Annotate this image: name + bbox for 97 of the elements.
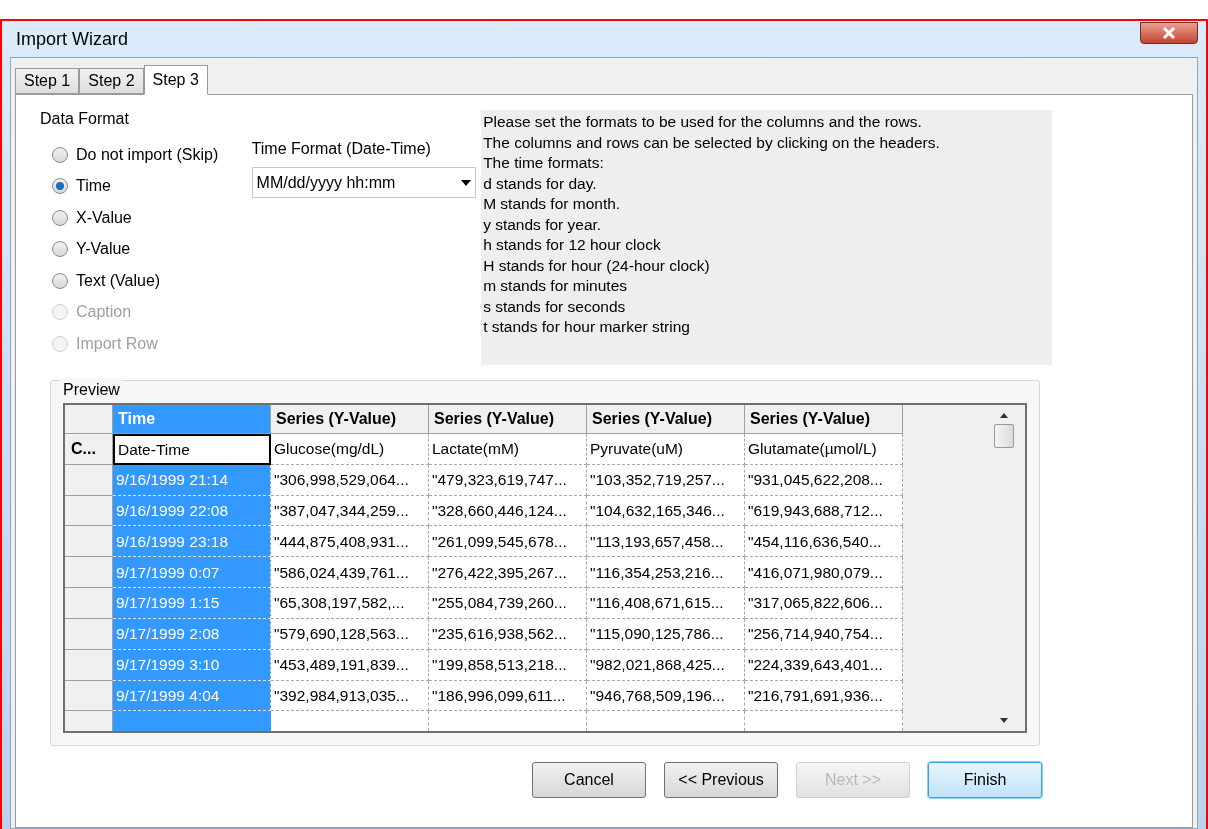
table-cell: "586,024,439,761... <box>271 557 429 589</box>
radio-label: Time <box>76 176 111 197</box>
table-cell: "392,984,913,035... <box>271 680 429 712</box>
table-cell: Glucose(mg/dL) <box>271 434 429 465</box>
column-header[interactable]: Series (Y-Value) <box>745 405 903 435</box>
row-header[interactable] <box>65 618 113 650</box>
table-cell: "256,714,940,754... <box>745 618 903 650</box>
help-text: d stands for day. <box>483 173 598 194</box>
row-header[interactable] <box>65 649 113 681</box>
table-cell: 9/17/1999 0:07 <box>113 557 271 589</box>
tab[interactable]: Step 3 <box>143 65 208 95</box>
radio-label: Import Row <box>76 333 158 354</box>
window-title: Import Wizard <box>15 27 129 51</box>
table-cell: Pyruvate(uM) <box>587 434 745 465</box>
help-text: Please set the formats to be used for the columns and the rows. <box>483 112 923 132</box>
table-cell: "104,632,165,346... <box>587 495 745 527</box>
table-cell: 9/16/1999 21:14 <box>113 464 271 496</box>
scroll-thumb[interactable] <box>994 424 1014 448</box>
table-cell: "579,690,128,563... <box>271 618 429 650</box>
column-header[interactable]: Series (Y-Value) <box>429 405 587 435</box>
table-cell: "276,422,395,267... <box>429 557 587 589</box>
table-cell: "224,339,643,401... <box>745 649 903 681</box>
table-cell: "261,099,545,678... <box>429 526 587 558</box>
radio-label: Caption <box>76 302 132 323</box>
column-header[interactable]: Series (Y-Value) <box>271 405 429 435</box>
table-cell: "113,193,657,458... <box>587 526 745 558</box>
table-cell: Lactate(mM) <box>429 434 587 465</box>
scroll-down-icon <box>1000 718 1008 723</box>
table-cell: "306,998,529,064... <box>271 464 429 496</box>
table-cell: "216,791,691,936... <box>745 680 903 712</box>
table-cell: "103,352,719,257... <box>587 464 745 496</box>
radio-button[interactable] <box>52 241 68 258</box>
table-cell: "454,116,636,540... <box>745 526 903 558</box>
table-cell: "115,090,125,786... <box>587 618 745 650</box>
row-header[interactable]: C... <box>65 434 113 465</box>
table-cell: "186,996,099,611... <box>429 680 587 712</box>
table-cell: Glutamate(µmol/L) <box>745 434 903 465</box>
help-text: H stands for hour (24-hour clock) <box>483 255 711 276</box>
field-label: Time Format (Date-Time) <box>251 139 432 159</box>
table-cell: 9/17/1999 2:08 <box>113 618 271 650</box>
table-cell: 9/16/1999 23:18 <box>113 526 271 558</box>
tab[interactable]: Step 1 <box>15 68 80 94</box>
table-cell: "317,065,822,606... <box>745 588 903 619</box>
table-cell: 9/17/1999 1:15 <box>113 588 271 619</box>
table-cell: Date-Time <box>113 434 271 465</box>
help-text: y stands for year. <box>483 214 603 235</box>
help-text: h stands for 12 hour clock <box>483 235 662 255</box>
table-cell: "116,408,671,615... <box>587 588 745 619</box>
radio-button[interactable] <box>52 178 68 195</box>
caret-icon <box>460 179 471 186</box>
table-cell: "116,354,253,216... <box>587 557 745 589</box>
table-cell: "453,489,191,839... <box>271 649 429 681</box>
row-header[interactable] <box>65 526 113 558</box>
tab[interactable]: Step 2 <box>79 68 144 94</box>
table-cell: "235,616,938,562... <box>429 618 587 650</box>
help-text: The time formats: <box>483 153 605 173</box>
help-text: m stands for minutes <box>483 276 628 296</box>
dialog-button[interactable]: Cancel <box>532 762 646 798</box>
dialog-button[interactable]: << Previous <box>664 762 778 798</box>
close-icon <box>1162 27 1176 39</box>
row-header[interactable] <box>65 464 113 496</box>
table-cell: 9/17/1999 3:10 <box>113 649 271 681</box>
radio-label: Text (Value) <box>76 270 161 291</box>
help-text: t stands for hour marker string <box>483 317 691 337</box>
table-cell: 9/16/1999 22:08 <box>113 495 271 527</box>
table-cell: "199,858,513,218... <box>429 649 587 681</box>
row-header[interactable] <box>65 588 113 619</box>
column-header[interactable]: Series (Y-Value) <box>587 405 745 435</box>
row-header[interactable] <box>65 495 113 527</box>
radio-button[interactable] <box>52 209 68 226</box>
radio-button[interactable] <box>52 272 68 289</box>
table-cell: "65,308,197,582,... <box>271 588 429 619</box>
row-header[interactable] <box>65 680 113 712</box>
scroll-up-icon <box>1000 413 1008 418</box>
table-cell: "328,660,446,124... <box>429 495 587 527</box>
help-text: The columns and rows can be selected by clicking on the headers. <box>483 132 941 153</box>
radio-button[interactable] <box>52 146 68 163</box>
radio-label: X-Value <box>76 207 132 228</box>
radio-label: Do not import (Skip) <box>76 144 219 165</box>
table-cell: "444,875,408,931... <box>271 526 429 558</box>
table-cell: 9/17/1999 4:04 <box>113 680 271 712</box>
radio-label: Y-Value <box>76 239 131 260</box>
time-format-dropdown[interactable]: MM/dd/yyyy hh:mm <box>251 167 476 198</box>
help-text: M stands for month. <box>483 194 622 214</box>
dialog-button[interactable]: Finish <box>928 762 1042 798</box>
table-cell: "619,943,688,712... <box>745 495 903 527</box>
table-cell: "479,323,619,747... <box>429 464 587 496</box>
table-cell: "387,047,344,259... <box>271 495 429 527</box>
close-button[interactable] <box>1140 22 1198 44</box>
row-header[interactable] <box>65 557 113 589</box>
table-cell: "982,021,868,425... <box>587 649 745 681</box>
group-label: Data Format <box>40 109 130 129</box>
help-text: s stands for seconds <box>483 296 627 317</box>
table-cell: "416,071,980,079... <box>745 557 903 589</box>
table-cell: "946,768,509,196... <box>587 680 745 712</box>
table-cell: "931,045,622,208... <box>745 464 903 496</box>
table-cell: "255,084,739,260... <box>429 588 587 619</box>
